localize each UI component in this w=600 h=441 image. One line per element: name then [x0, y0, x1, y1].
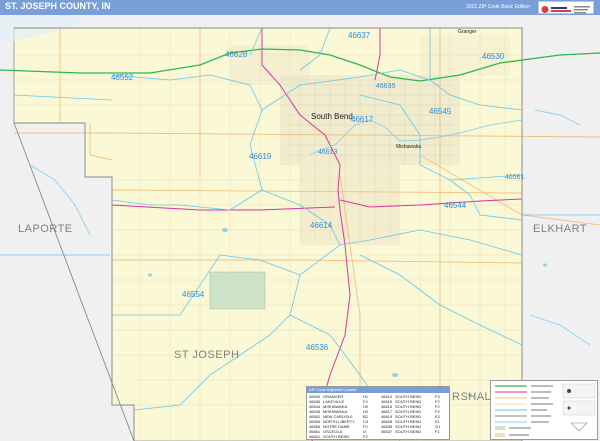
zip-label[interactable]: 46554: [182, 290, 204, 299]
zip-label[interactable]: 46619: [249, 152, 271, 161]
zip-index-column: 46530 GRANGER H1 46536 LAKEVILLE F4 46544 MISHA…: [309, 394, 373, 440]
brand-logo: [538, 1, 594, 14]
region-label-st-joseph: ST JOSEPH: [174, 349, 240, 361]
title-bar: ST. JOSEPH COUNTY, IN 2021 ZIP Code Basi…: [0, 0, 600, 15]
region-label-elkhart: ELKHART: [533, 223, 588, 235]
zip-index-zip: 46637: [381, 429, 393, 434]
zip-index-row: 46637 SOUTH BEND F1: [381, 429, 445, 434]
state-park: [209, 271, 266, 310]
zip-label[interactable]: 46613: [318, 149, 337, 156]
zip-code-map[interactable]: LAPORTE ELKHART ST JOSEPH RSHALL South B…: [0, 15, 600, 441]
zip-label[interactable]: 46617: [351, 115, 373, 124]
map-canvas: [0, 15, 600, 441]
zip-code-index-table: ZIP Code Adjacent Locator 46530 GRANGER H1…: [306, 386, 450, 440]
zip-label[interactable]: 46614: [310, 221, 332, 230]
zip-label[interactable]: 46637: [348, 31, 370, 40]
map-title: ST. JOSEPH COUNTY, IN: [5, 1, 111, 11]
zip-label[interactable]: 46545: [429, 107, 451, 116]
zip-label[interactable]: 46544: [444, 201, 466, 210]
zip-index-loc: F2: [363, 439, 373, 440]
zip-label[interactable]: 46635: [376, 83, 395, 90]
map-edition-label: 2021 ZIP Code Basic Edition: [466, 4, 530, 10]
legend-symbols: [495, 383, 596, 437]
region-label-laporte: LAPORTE: [18, 223, 73, 235]
zip-index-row: 46613SOUTH BENDF2: [309, 439, 373, 440]
zip-index-column: 46614 SOUTH BEND F3 46615 SOUTH BEND F2 46616 S…: [381, 394, 445, 434]
zip-index-heading: ZIP Code Adjacent Locator: [307, 387, 449, 393]
zip-label[interactable]: 46536: [306, 343, 328, 352]
zip-label[interactable]: 46628: [225, 50, 247, 59]
zip-index-name: SOUTH BEND: [323, 439, 363, 440]
map-legend: [490, 380, 598, 440]
zip-index-name: SOUTH BEND: [395, 429, 422, 434]
city-label-south-bend: South Bend: [311, 112, 353, 121]
zip-index-loc: F1: [435, 429, 440, 434]
zip-label[interactable]: 46530: [482, 52, 504, 61]
zip-index-zip: 46613: [309, 439, 323, 440]
map-page: ST. JOSEPH COUNTY, IN 2021 ZIP Code Basi…: [0, 0, 600, 441]
zip-label[interactable]: 46561: [505, 174, 524, 181]
city-label-mishawaka: Mishawaka: [396, 144, 422, 150]
city-label-granger: Granger: [458, 29, 477, 35]
zip-label[interactable]: 46552: [111, 73, 133, 82]
